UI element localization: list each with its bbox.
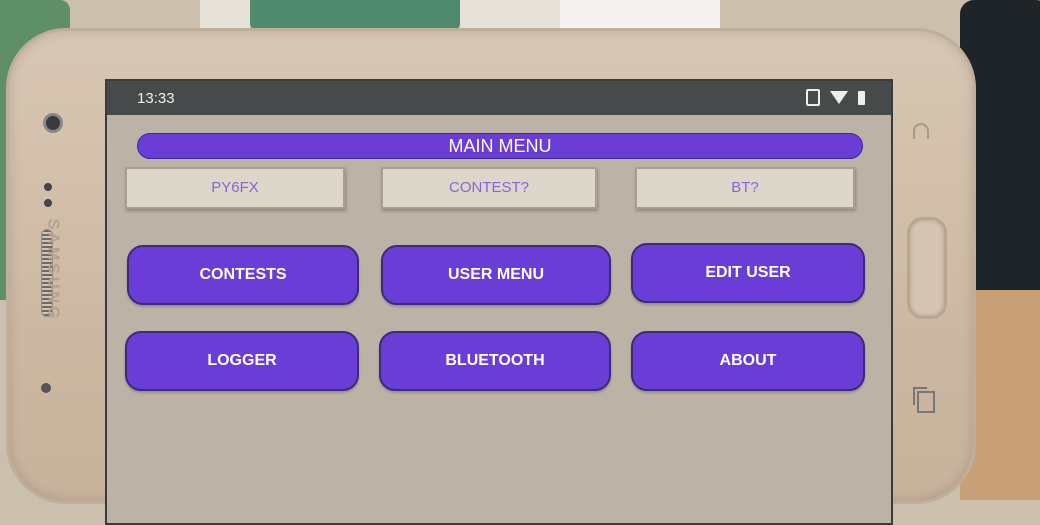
about-button[interactable]: ABOUT (631, 331, 865, 391)
phone-body: SAMSUNG 13:33 MAIN MENU PY6FX CONTEST? B… (6, 28, 976, 525)
contests-button[interactable]: CONTESTS (127, 245, 359, 305)
proximity-sensor-icon (41, 383, 51, 393)
callsign-field[interactable]: PY6FX (125, 167, 345, 209)
contest-status-field[interactable]: CONTEST? (381, 167, 597, 209)
background-card (250, 0, 460, 30)
wifi-icon (830, 91, 848, 104)
status-bar: 13:33 (107, 81, 891, 115)
bluetooth-status-field[interactable]: BT? (635, 167, 855, 209)
front-camera-icon (43, 113, 63, 133)
status-icons (806, 89, 865, 106)
bluetooth-button[interactable]: BLUETOOTH (379, 331, 611, 391)
status-time: 13:33 (137, 90, 175, 107)
device-brand: SAMSUNG (44, 218, 62, 322)
home-button[interactable] (907, 217, 947, 319)
back-icon[interactable] (913, 123, 929, 139)
phone-screen: 13:33 MAIN MENU PY6FX CONTEST? BT? CONTE… (105, 79, 893, 525)
sensor-icon (44, 199, 52, 207)
main-menu-title: MAIN MENU (137, 133, 863, 159)
recents-icon[interactable] (913, 387, 935, 413)
vibrate-icon (806, 89, 820, 106)
background-card (560, 0, 720, 30)
logger-button[interactable]: LOGGER (125, 331, 359, 391)
sensor-icon (44, 183, 52, 191)
user-menu-button[interactable]: USER MENU (381, 245, 611, 305)
battery-icon (858, 90, 865, 105)
edit-user-button[interactable]: EDIT USER (631, 243, 865, 303)
